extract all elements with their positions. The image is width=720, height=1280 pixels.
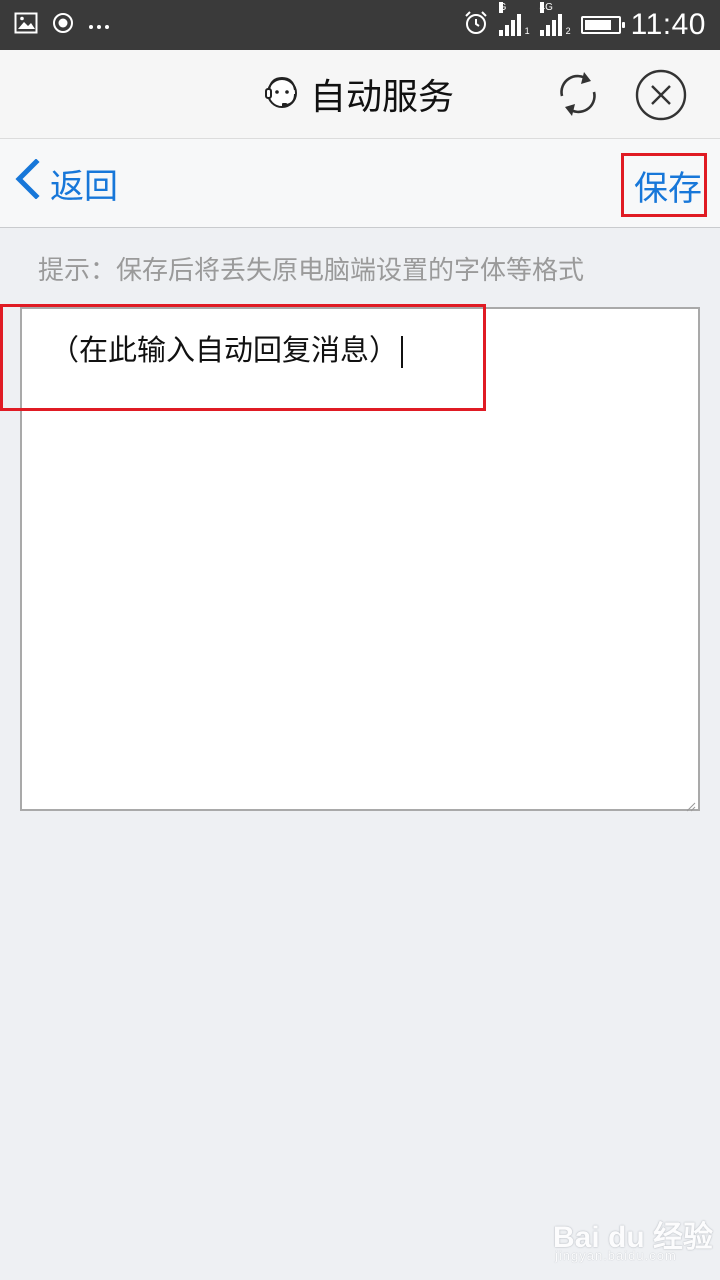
status-bar: G 1 4G 2 11:40 [0,0,720,50]
title-group: 自动服务 [262,66,454,122]
nav-bar: 返回 保存 [0,139,720,228]
alarm-icon [463,10,489,40]
signal-label: 4G [539,2,553,13]
sim-number: 1 [524,26,530,36]
record-icon [52,12,74,38]
sim-number: 2 [565,26,571,36]
resize-grip-icon[interactable] [686,797,696,812]
signal-icon: G 1 [498,2,530,36]
baidu-jingyan-watermark: Bai du 经验 jingyan.baidu.com [553,1212,713,1268]
chevron-left-icon [14,157,40,208]
status-time: 11:40 [630,8,706,41]
page-title: 自动服务 [310,77,455,118]
battery-level [584,20,612,30]
image-icon [14,12,38,38]
close-button[interactable] [635,69,687,121]
format-hint: 提示：保存后将丢失原电脑端设置的字体等格式 [38,256,585,286]
back-label: 返回 [50,166,118,207]
back-button[interactable]: 返回 [14,157,118,208]
signal-icon: 4G 2 [539,2,571,36]
refresh-icon [554,72,602,124]
status-bar-left [14,11,110,39]
close-icon [635,69,687,125]
customer-service-icon [262,72,302,116]
signal-label: G [498,2,507,13]
save-button[interactable]: 保存 [621,153,707,217]
battery-icon [580,16,625,34]
more-icon [88,16,110,35]
refresh-button[interactable] [554,68,602,120]
title-bar: 自动服务 [0,50,720,139]
watermark-sub: jingyan.baidu.com [555,1248,677,1263]
highlight-box [0,304,486,411]
status-bar-right: G 1 4G 2 11:40 [463,2,706,44]
